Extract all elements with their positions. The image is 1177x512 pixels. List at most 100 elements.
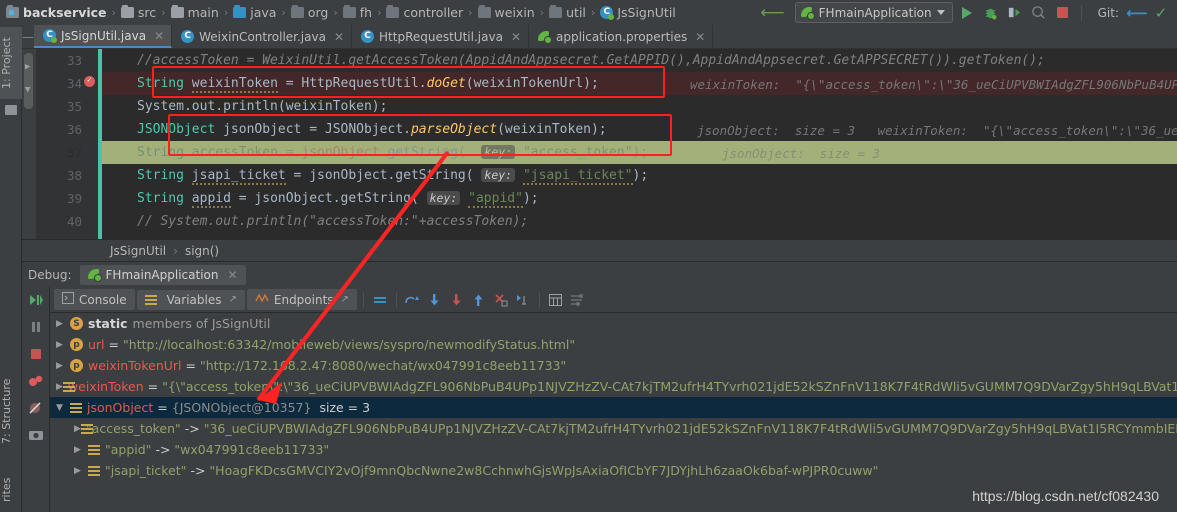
sidebar-item-project[interactable]: 1: Project bbox=[0, 27, 22, 99]
view-breakpoints-icon[interactable] bbox=[28, 374, 44, 391]
tab-weixincontroller[interactable]: C WeixinController.java ✕ bbox=[172, 25, 353, 48]
breadcrumb-method[interactable]: sign() bbox=[185, 244, 219, 258]
step-into-icon[interactable] bbox=[425, 290, 445, 310]
package-icon bbox=[342, 4, 356, 18]
tab-jssignutil[interactable]: C JsSignUtil.java ✕ bbox=[34, 25, 173, 48]
pause-icon[interactable] bbox=[29, 320, 43, 337]
toolbar-divider bbox=[1080, 4, 1082, 21]
variable-size: size = 3 bbox=[319, 400, 371, 415]
variables-tree[interactable]: ▶ S static members of JsSignUtil ▶ p url… bbox=[50, 313, 1177, 512]
code-line-38: String jsapi_ticket = jsonObject.getStri… bbox=[137, 168, 649, 185]
chevron-right-icon[interactable]: ▶ bbox=[56, 340, 70, 350]
breadcrumb-separator: › bbox=[539, 6, 545, 19]
class-icon: C bbox=[43, 29, 57, 43]
chevron-right-icon[interactable]: ▶ bbox=[56, 361, 70, 371]
breadcrumb-item-main[interactable]: main bbox=[170, 4, 219, 20]
breadcrumb-class[interactable]: JsSignUtil bbox=[110, 244, 166, 258]
variable-row-url[interactable]: ▶ p url = "http://localhost:63342/mobile… bbox=[50, 334, 1177, 355]
run-configuration-selector[interactable]: FHmainApplication bbox=[794, 2, 953, 23]
debug-tool-window-header: Debug: FHmainApplication ✕ bbox=[22, 261, 1177, 287]
close-icon[interactable]: ✕ bbox=[154, 29, 164, 43]
tab-httprequestutil[interactable]: C HttpRequestUtil.java ✕ bbox=[352, 25, 529, 48]
drop-frame-icon[interactable] bbox=[491, 290, 511, 310]
variable-row-static[interactable]: ▶ S static members of JsSignUtil bbox=[50, 313, 1177, 334]
debug-button[interactable] bbox=[981, 3, 1001, 23]
chevron-right-icon[interactable]: ▶ bbox=[74, 466, 88, 476]
close-icon[interactable]: ✕ bbox=[511, 30, 521, 44]
breadcrumb-item-src[interactable]: src bbox=[120, 4, 156, 20]
step-out-icon[interactable] bbox=[469, 290, 489, 310]
tab-label: WeixinController.java bbox=[199, 29, 326, 44]
breadcrumb-item-util[interactable]: util bbox=[549, 4, 586, 20]
variable-row-jsonobject[interactable]: ▼ jsonObject = {JSONObject@10357} size =… bbox=[50, 397, 1177, 418]
rerun-icon[interactable] bbox=[28, 293, 44, 310]
tab-console[interactable]: Console bbox=[54, 289, 135, 310]
evaluate-expression-icon[interactable] bbox=[546, 290, 566, 310]
variable-name: weixinToken bbox=[67, 379, 144, 394]
force-step-into-icon[interactable] bbox=[447, 290, 467, 310]
variable-row-access-token[interactable]: ▶ "access_token" -> "36_ueCiUPVBWIAdgZFL… bbox=[50, 418, 1177, 439]
list-icon bbox=[88, 465, 100, 477]
tab-list-icon[interactable]: — bbox=[22, 25, 34, 48]
breadcrumb-item-org[interactable]: org bbox=[290, 4, 329, 20]
git-label: Git: bbox=[1097, 5, 1119, 20]
breadcrumb-label: weixin bbox=[494, 5, 535, 20]
chevron-right-icon[interactable]: ▶ bbox=[74, 424, 81, 434]
breadcrumb-separator: › bbox=[377, 6, 382, 19]
breakpoint-icon[interactable]: ✓ bbox=[84, 75, 95, 87]
close-icon[interactable]: ✕ bbox=[334, 30, 344, 44]
chevron-right-icon[interactable]: ▶ bbox=[74, 445, 88, 455]
breadcrumb-item-weixin[interactable]: weixin bbox=[477, 4, 535, 20]
step-over-icon[interactable] bbox=[403, 290, 423, 310]
line-number: 37 bbox=[66, 145, 82, 160]
variable-row-weixintoken[interactable]: ▶ weixinToken = "{\"access_token\":\"36_… bbox=[50, 376, 1177, 397]
tab-label: Endpoints bbox=[273, 292, 334, 307]
code-line-36: JSONObject jsonObject = JSONObject.parse… bbox=[137, 122, 607, 137]
run-to-cursor-icon[interactable] bbox=[513, 290, 533, 310]
git-update-icon[interactable]: ⟵ bbox=[1126, 3, 1148, 23]
breadcrumb-label: main bbox=[187, 5, 219, 20]
run-with-coverage-button[interactable] bbox=[1005, 3, 1025, 23]
breadcrumb-item-java[interactable]: java bbox=[233, 4, 276, 20]
git-commit-icon[interactable]: ✓ bbox=[1151, 3, 1171, 23]
left-tool-window-bar: 1: Project 7: Structure rites bbox=[0, 25, 22, 512]
pin-icon[interactable]: ↗ bbox=[341, 294, 349, 305]
chevron-right-icon[interactable]: ▶ bbox=[56, 319, 70, 329]
mute-breakpoints-icon[interactable] bbox=[370, 290, 390, 310]
debug-session-label: FHmainApplication bbox=[105, 267, 219, 282]
breadcrumb-item-module[interactable]: backservice bbox=[6, 4, 107, 20]
breadcrumb-label: org bbox=[307, 5, 329, 20]
line-number: 38 bbox=[66, 168, 82, 183]
breadcrumb-item-controller[interactable]: controller bbox=[386, 4, 463, 20]
spring-boot-icon bbox=[800, 6, 815, 20]
screenshot-icon[interactable] bbox=[28, 428, 44, 445]
tab-variables[interactable]: Variables ↗ bbox=[136, 289, 245, 310]
package-icon bbox=[290, 4, 304, 18]
breadcrumb-item-fh[interactable]: fh bbox=[342, 4, 372, 20]
make-project-icon[interactable]: ⟵ bbox=[760, 3, 784, 23]
breadcrumb-item-class[interactable]: C JsSignUtil bbox=[600, 5, 676, 20]
tab-endpoints[interactable]: Endpoints ↗ bbox=[246, 289, 357, 310]
sidebar-item-structure[interactable]: 7: Structure bbox=[0, 365, 22, 457]
variable-value: "HoagFKDcsGMVCIY2vOjf9mnQbcNwne2w8Cchnwh… bbox=[209, 463, 879, 478]
code-editor[interactable]: ▶ ▼ ✓ 33 34 35 36 37 38 39 40 //accessTo… bbox=[22, 49, 1177, 239]
toolbar-divider bbox=[538, 291, 540, 308]
settings-icon[interactable] bbox=[568, 290, 588, 310]
debug-session-tab[interactable]: FHmainApplication ✕ bbox=[79, 264, 246, 285]
sidebar-item-favorites[interactable]: rites bbox=[0, 465, 22, 512]
tab-application-properties[interactable]: application.properties ✕ bbox=[529, 25, 714, 48]
variable-row-weixintokenurl[interactable]: ▶ p weixinTokenUrl = "http://172.168.2.4… bbox=[50, 355, 1177, 376]
variable-row-appid[interactable]: ▶ "appid" -> "wx047991c8eeb11733" bbox=[50, 439, 1177, 460]
profile-button[interactable] bbox=[1029, 3, 1049, 23]
toolbar-divider bbox=[362, 291, 364, 308]
chevron-down-icon[interactable]: ▼ bbox=[56, 403, 70, 413]
mute-breakpoints-icon[interactable] bbox=[28, 401, 44, 418]
pin-icon[interactable]: ↗ bbox=[228, 294, 236, 305]
stop-icon[interactable] bbox=[29, 347, 43, 364]
close-icon[interactable]: ✕ bbox=[695, 30, 705, 44]
close-icon[interactable]: ✕ bbox=[227, 268, 237, 282]
run-button[interactable] bbox=[957, 3, 977, 23]
variable-row-jsapi-ticket[interactable]: ▶ "jsapi_ticket" -> "HoagFKDcsGMVCIY2vOj… bbox=[50, 460, 1177, 481]
chevron-right-icon[interactable]: ▶ bbox=[56, 382, 63, 392]
stop-button[interactable] bbox=[1053, 3, 1073, 23]
